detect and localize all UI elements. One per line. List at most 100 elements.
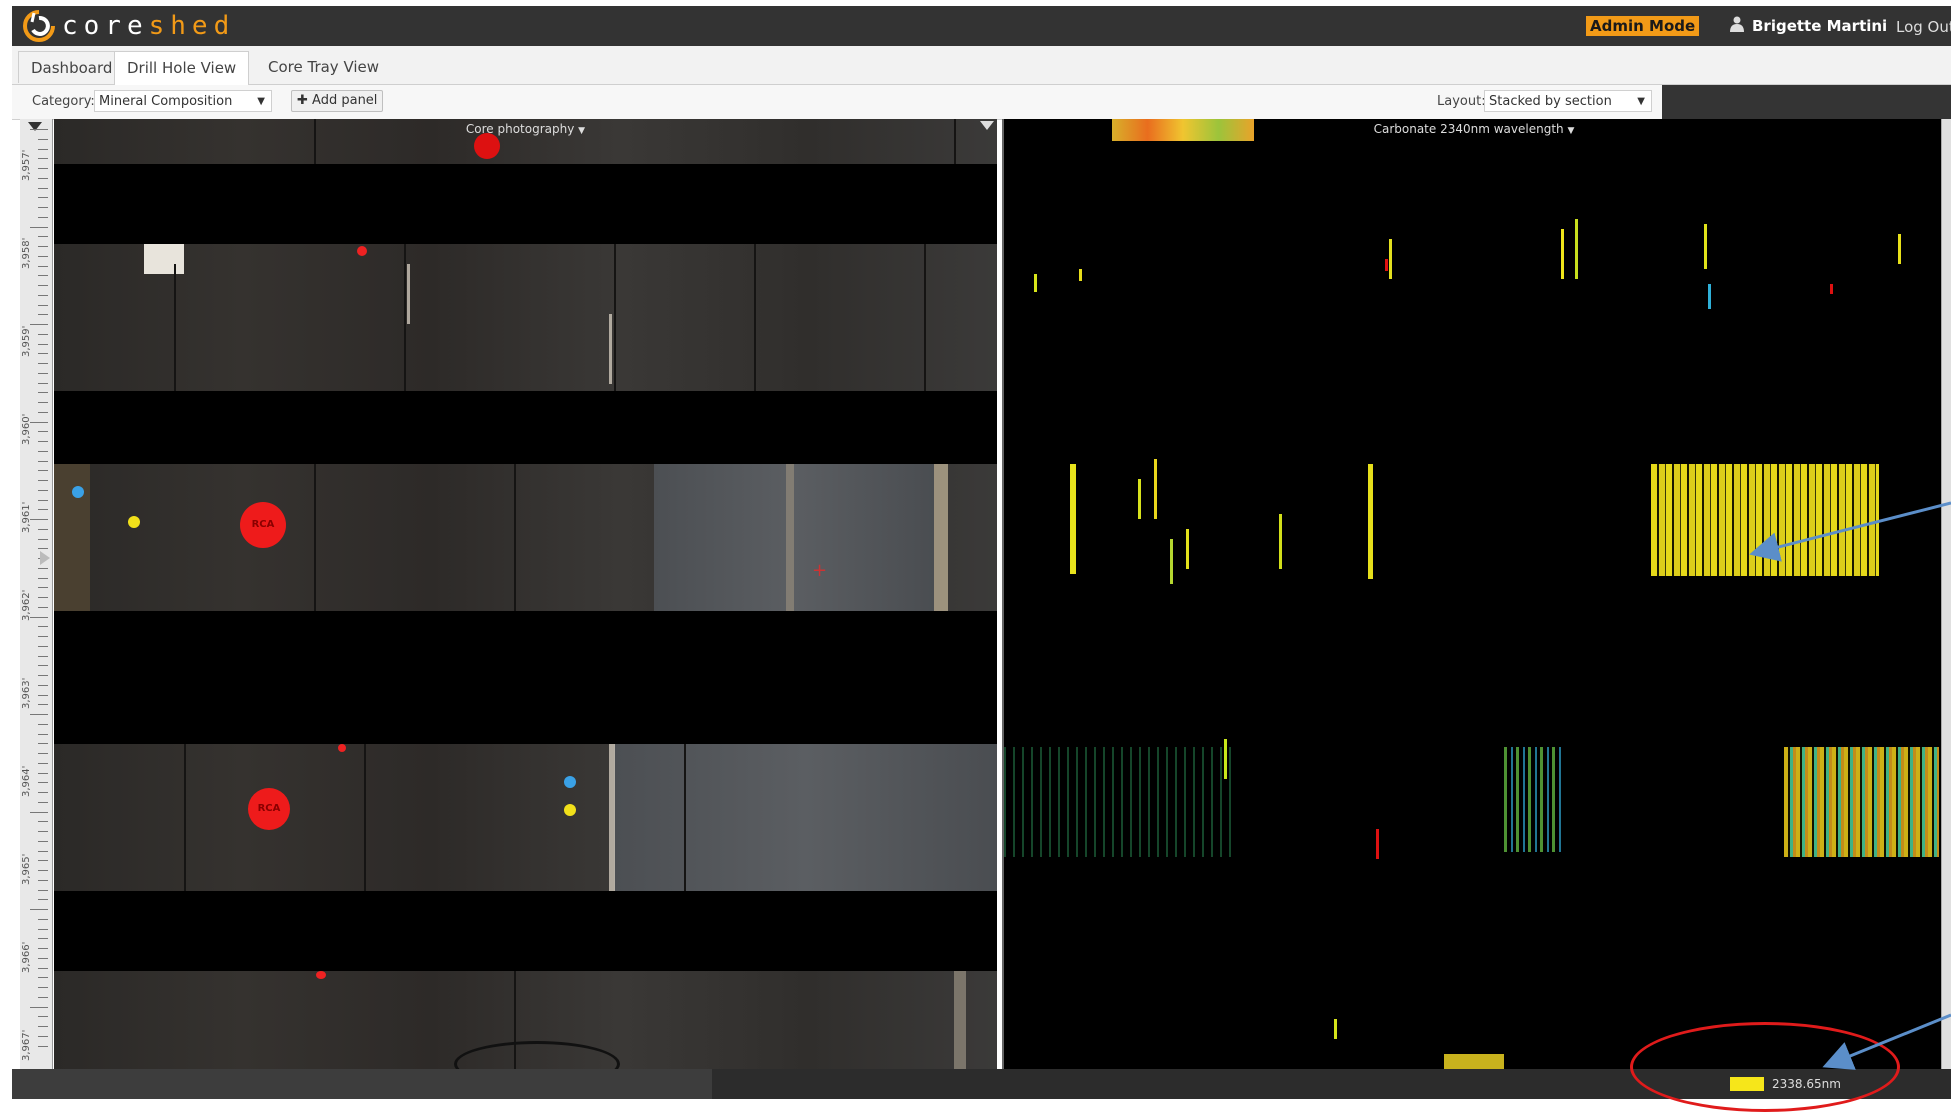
ruler-tick: [38, 587, 48, 589]
core-end: [54, 464, 90, 611]
admin-mode-badge[interactable]: Admin Mode: [1586, 16, 1700, 36]
tab-core-tray-view[interactable]: Core Tray View: [256, 51, 392, 83]
crosshair-icon: +: [812, 560, 828, 581]
rca-marker: RCA: [248, 788, 290, 830]
depth-label: 3,965': [21, 853, 32, 885]
status-bar-left: [12, 1069, 712, 1099]
tab-drill-hole-view[interactable]: Drill Hole View: [114, 51, 250, 85]
spectral-mark: [1389, 239, 1392, 279]
ruler-tick: [38, 636, 48, 637]
ruler-tick: [38, 782, 48, 784]
core-strip: RCA +: [54, 464, 997, 611]
core-crack: [404, 244, 406, 391]
ruler-tick: [30, 519, 48, 520]
logo[interactable]: coreshed: [22, 10, 235, 42]
red-marker-dot: [338, 744, 346, 752]
ruler-tick: [38, 246, 48, 247]
ruler-tick: [38, 675, 48, 676]
ruler-tick: [38, 870, 48, 871]
spectral-speckle: [1444, 1054, 1504, 1069]
category-select[interactable]: Mineral Composition ▼: [94, 90, 272, 112]
user-menu[interactable]: Brigette Martini: [1730, 14, 1887, 38]
logout-link[interactable]: Log Out: [1896, 18, 1951, 36]
ruler-tick: [38, 987, 48, 988]
spectral-mark: [1368, 464, 1373, 579]
ruler-tick: [38, 606, 48, 608]
ruler-tick: [38, 255, 48, 257]
spectral-mark: [1034, 274, 1037, 292]
ruler-tick: [38, 275, 48, 277]
ruler-tick: [38, 850, 48, 852]
ruler-tick: [38, 684, 48, 686]
ruler-tick: [38, 168, 48, 169]
ruler-tick: [38, 762, 48, 764]
spectral-mark: [1704, 224, 1707, 269]
core-photography-header[interactable]: Core photography ▼: [54, 119, 997, 139]
core-crack: [364, 744, 366, 891]
ruler-tick: [38, 1035, 48, 1037]
ruler-tick: [38, 314, 48, 316]
depth-ruler[interactable]: 3,957' 3,958' 3,959' 3,960' 3,961' 3,962…: [20, 119, 53, 1069]
core-crack: [924, 244, 926, 391]
coreshed-swirl-icon: [22, 9, 56, 43]
spectral-mark: [1708, 284, 1711, 309]
right-depth-ruler[interactable]: [1941, 119, 1951, 1069]
carbonate-panel-header[interactable]: Carbonate 2340nm wavelength ▼: [1004, 119, 1944, 139]
carbonate-wavelength-panel[interactable]: Carbonate 2340nm wavelength ▼: [1002, 119, 1944, 1069]
core-photography-panel[interactable]: Core photography ▼ RCA + RCA: [54, 119, 997, 1069]
ruler-tick: [38, 948, 48, 949]
ruler-tick: [38, 382, 48, 384]
spectral-mark: [1279, 514, 1282, 569]
depth-label: 3,960': [21, 413, 32, 445]
spectral-speckle: [1004, 747, 1234, 857]
ruler-tick: [38, 694, 48, 696]
layout-select[interactable]: Stacked by section ▼: [1484, 90, 1652, 112]
ruler-tick: [38, 499, 48, 501]
add-panel-button[interactable]: ✚ Add panel: [291, 90, 384, 112]
spectral-mark: [1561, 229, 1564, 279]
ruler-tick: [38, 216, 48, 218]
current-depth-marker[interactable]: [40, 551, 50, 565]
ruler-tick: [30, 324, 48, 325]
ruler-tick: [38, 450, 48, 452]
ruler-tick: [38, 343, 48, 345]
core-photography-title: Core photography: [465, 122, 575, 136]
core-grey-zone: [614, 744, 997, 891]
core-vein: [609, 744, 615, 891]
spectral-mark: [1138, 479, 1141, 519]
ruler-tick: [38, 294, 48, 296]
spectral-speckle: [1504, 747, 1564, 852]
ruler-tick: [38, 899, 48, 901]
ruler-tick: [30, 1006, 48, 1008]
depth-label: 3,957': [21, 149, 32, 181]
core-grey-zone: [654, 464, 934, 611]
ruler-tick: [38, 645, 48, 647]
tab-dashboard[interactable]: Dashboard: [18, 51, 126, 83]
core-vein: [934, 464, 948, 611]
ruler-tick: [30, 421, 48, 423]
depth-label: 3,961': [21, 501, 32, 533]
ruler-tick: [38, 431, 48, 433]
ruler-tick: [38, 441, 48, 442]
ruler-tick: [30, 616, 48, 618]
depth-label: 3,966': [21, 941, 32, 973]
ruler-tick: [38, 597, 48, 598]
ruler-tick: [30, 811, 48, 813]
ruler-tick: [38, 158, 48, 160]
depth-label: 3,962': [21, 589, 32, 621]
user-name: Brigette Martini: [1752, 17, 1888, 35]
ruler-tick: [38, 567, 48, 569]
depth-label: 3,964': [21, 765, 32, 797]
ruler-tick: [38, 480, 48, 481]
caret-down-icon: ▼: [578, 126, 586, 136]
ruler-tick: [38, 285, 48, 286]
spectral-mark: [1170, 539, 1173, 584]
caret-down-icon: ▼: [257, 96, 265, 107]
depth-label: 3,958': [21, 237, 32, 269]
ruler-tick: [38, 977, 48, 979]
panel-menu-icon[interactable]: [980, 121, 994, 130]
category-label: Category:: [32, 94, 95, 109]
core-strip: RCA: [54, 744, 997, 891]
core-crack: [754, 244, 756, 391]
red-marker-dot: [316, 971, 326, 979]
